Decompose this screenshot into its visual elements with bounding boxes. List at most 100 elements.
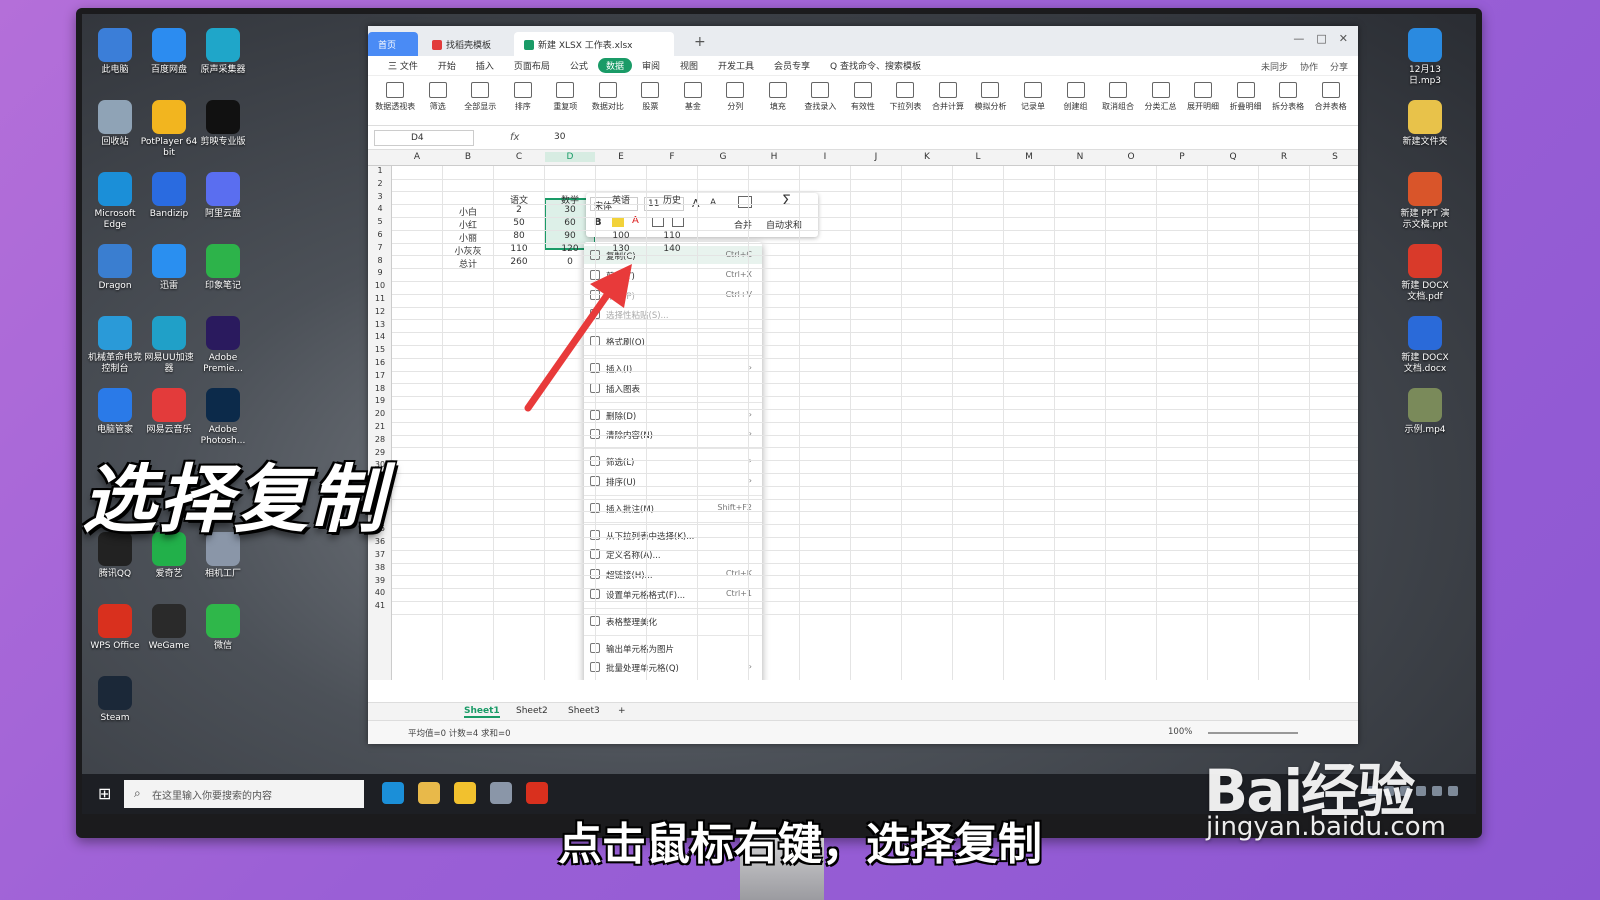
desktop-file-icon[interactable]: 新建 PPT 演示文稿.ppt [1396, 172, 1454, 231]
ribbon-button[interactable]: 股票 [629, 80, 672, 112]
row-header[interactable]: 19 [368, 396, 392, 405]
desktop-icon[interactable]: WeGame [140, 604, 198, 652]
ribbon-button[interactable]: 记录单 [1012, 80, 1055, 112]
menu-item[interactable]: 开始 [428, 59, 466, 72]
name-box[interactable]: D4 [374, 129, 474, 146]
row-header[interactable]: 21 [368, 422, 392, 431]
row-header[interactable]: 37 [368, 550, 392, 559]
column-header[interactable]: E [596, 152, 646, 162]
ribbon-button[interactable]: 分类汇总 [1139, 80, 1182, 112]
desktop-file-icon[interactable]: 新建文件夹 [1396, 100, 1454, 148]
column-header[interactable]: J [851, 152, 901, 162]
cell[interactable]: 110 [647, 231, 697, 241]
desktop-icon[interactable]: 回收站 [86, 100, 144, 148]
cell[interactable]: 小红 [443, 218, 493, 231]
new-tab-button[interactable]: + [694, 34, 706, 50]
desktop-icon[interactable]: 迅雷 [140, 244, 198, 292]
cell[interactable]: 小白 [443, 205, 493, 218]
cell[interactable]: 140 [647, 244, 697, 254]
ribbon-button[interactable]: 创建组 [1054, 80, 1097, 112]
cell[interactable]: 60 [545, 218, 595, 228]
context-menu-item[interactable]: 从下拉列表中选择(K)... [584, 526, 762, 544]
row-header[interactable]: 5 [368, 217, 392, 226]
row-header[interactable]: 18 [368, 384, 392, 393]
menu-item[interactable]: Q 查找命令、搜索模板 [820, 59, 931, 72]
minimize-icon[interactable]: — [1293, 32, 1304, 45]
desktop-icon[interactable]: 电脑管家 [86, 388, 144, 436]
column-header[interactable]: P [1157, 152, 1207, 162]
column-header[interactable]: M [1004, 152, 1054, 162]
context-menu-item[interactable]: 输出单元格为图片 [584, 639, 762, 657]
row-header[interactable]: 38 [368, 563, 392, 572]
row-header[interactable]: 20 [368, 409, 392, 418]
formula-input[interactable]: 30 [554, 132, 565, 142]
ribbon-button[interactable]: 重复项 [544, 80, 587, 112]
sheet-tab[interactable]: Sheet3 [568, 706, 600, 716]
fx-icon[interactable]: fx [510, 132, 519, 143]
menu-item[interactable]: 视图 [670, 59, 708, 72]
desktop-icon[interactable]: 印象笔记 [194, 244, 252, 292]
ribbon-button[interactable]: 排序 [502, 80, 545, 112]
cell[interactable]: 120 [545, 244, 595, 254]
menu-item[interactable]: 会员专享 [764, 59, 820, 72]
column-header[interactable]: D [545, 152, 595, 162]
desktop-icon[interactable]: PotPlayer 64 bit [140, 100, 198, 159]
column-header[interactable]: N [1055, 152, 1105, 162]
menu-item[interactable]: 页面布局 [504, 59, 560, 72]
cell[interactable]: 总计 [443, 257, 493, 270]
row-header[interactable]: 3 [368, 192, 392, 201]
zoom-level[interactable]: 100% [1168, 727, 1192, 737]
cell[interactable]: 50 [494, 218, 544, 228]
cell[interactable]: 130 [596, 244, 646, 254]
row-header[interactable]: 6 [368, 230, 392, 239]
align-icon[interactable] [652, 217, 664, 227]
close-icon[interactable]: ✕ [1339, 32, 1348, 45]
desktop-icon[interactable]: Bandizip [140, 172, 198, 220]
cell[interactable]: 80 [494, 231, 544, 241]
column-header[interactable]: R [1259, 152, 1309, 162]
ribbon-button[interactable]: 基金 [672, 80, 715, 112]
context-menu-item[interactable]: 批量处理单元格(Q) › [584, 658, 762, 676]
cell[interactable]: 100 [596, 231, 646, 241]
ribbon-button[interactable]: 全部显示 [459, 80, 502, 112]
row-header[interactable]: 39 [368, 576, 392, 585]
column-header[interactable]: C [494, 152, 544, 162]
row-header[interactable]: 15 [368, 345, 392, 354]
column-header[interactable]: K [902, 152, 952, 162]
tab-templates[interactable]: 找稻壳模板 [422, 32, 512, 56]
spreadsheet-grid[interactable]: ABCDEFGHIJKLMNOPQRS 1 2 3 4 5 6 7 8 9 10 11 12 13 14 1… [368, 150, 1358, 680]
menu-item[interactable]: 数据 [597, 58, 632, 73]
row-header[interactable]: 7 [368, 243, 392, 252]
row-header[interactable]: 9 [368, 268, 392, 277]
ribbon-button[interactable]: 展开明细 [1182, 80, 1225, 112]
ribbon-button[interactable]: 有效性 [842, 80, 885, 112]
add-sheet-button[interactable]: + [618, 706, 626, 716]
column-header[interactable]: H [749, 152, 799, 162]
ribbon-button[interactable]: 数据对比 [587, 80, 630, 112]
row-header[interactable]: 1 [368, 166, 392, 175]
desktop-icon[interactable]: 网易UU加速器 [140, 316, 198, 375]
desktop-icon[interactable]: 微信 [194, 604, 252, 652]
row-header[interactable]: 10 [368, 281, 392, 290]
cell[interactable]: 小丽 [443, 231, 493, 244]
menu-item[interactable]: 插入 [466, 59, 504, 72]
column-header[interactable]: Q [1208, 152, 1258, 162]
cell[interactable]: 数学 [545, 193, 595, 206]
row-header[interactable]: 41 [368, 601, 392, 610]
row-header[interactable]: 2 [368, 179, 392, 188]
desktop-icon[interactable]: Adobe Premie... [194, 316, 252, 375]
ribbon-button[interactable]: 筛选 [417, 80, 460, 112]
menu-right-item[interactable]: 未同步 [1261, 60, 1288, 73]
desktop-file-icon[interactable]: 12月13日.mp3 [1396, 28, 1454, 87]
windows-start-icon[interactable]: ⊞ [98, 784, 111, 803]
menu-item[interactable]: 三 文件 [378, 59, 428, 72]
column-header[interactable]: I [800, 152, 850, 162]
taskbar-camera-icon[interactable] [490, 782, 512, 804]
row-header[interactable]: 11 [368, 294, 392, 303]
column-header[interactable]: B [443, 152, 493, 162]
column-header[interactable]: G [698, 152, 748, 162]
column-header[interactable]: A [392, 152, 442, 162]
ribbon-button[interactable]: 模拟分析 [969, 80, 1012, 112]
ribbon-button[interactable]: 拆分表格 [1267, 80, 1310, 112]
ribbon-button[interactable]: 取消组合 [1097, 80, 1140, 112]
